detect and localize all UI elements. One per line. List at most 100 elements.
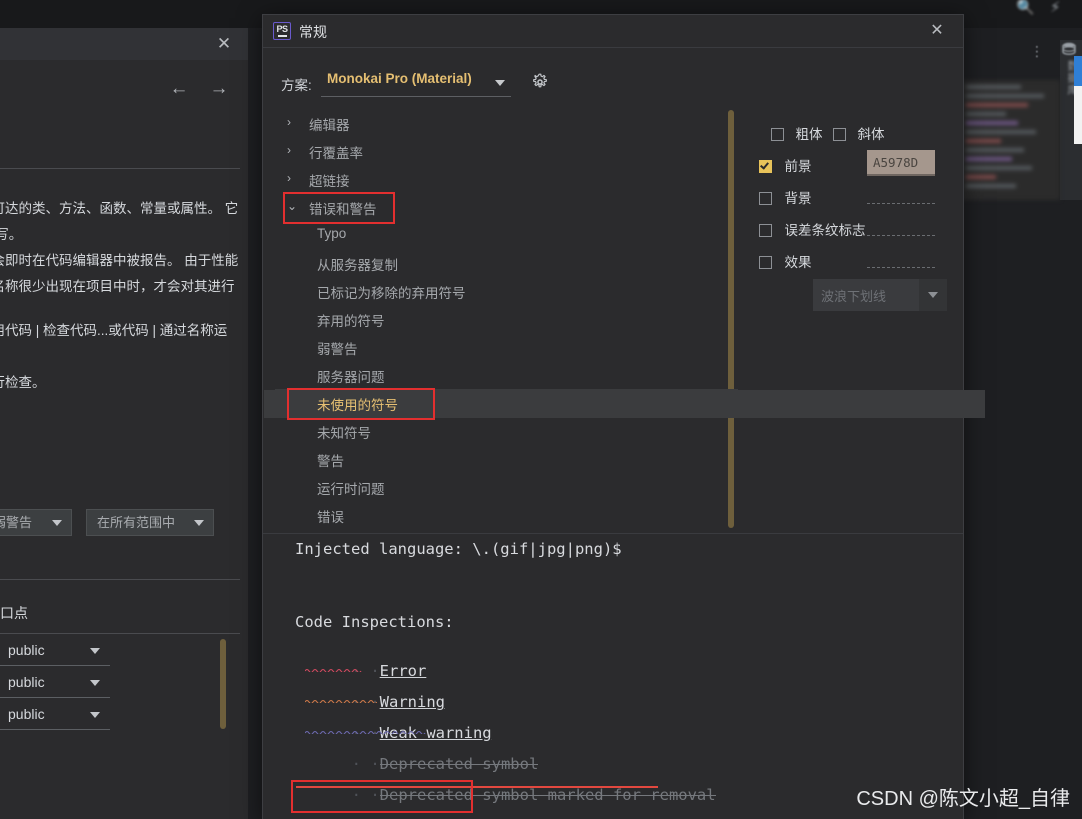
chevron-right-icon[interactable]: ›: [287, 144, 299, 156]
scheme-select[interactable]: Monokai Pro (Material): [321, 69, 511, 97]
tree-item-2[interactable]: › 超链接: [275, 165, 738, 193]
divider: [0, 579, 240, 580]
visibility-select-2[interactable]: public: [0, 670, 110, 698]
settings-tree[interactable]: › 编辑器 › 行覆盖率 › 超链接 ⌄ 错误和警告 Typo 从服务器复制已标记为移除的弃用符号…: [275, 109, 738, 529]
background-window-titlebar: ✕: [0, 28, 248, 60]
colors-and-fonts-dialog: PS 常规 ✕ 方案: Monokai Pro (Material) › 编辑器 ›…: [262, 14, 985, 819]
tree-item-8[interactable]: 弱警告: [275, 333, 738, 361]
tree-item-label: 超链接: [309, 174, 350, 189]
description-line: 不会即时在代码编辑器中被报告。 由于性能: [0, 253, 239, 268]
divider: [0, 633, 240, 634]
description-line: 运行检查。: [0, 375, 46, 390]
effect-type-dropdown-button[interactable]: [919, 279, 947, 311]
forward-arrow-icon[interactable]: →: [208, 78, 230, 100]
description-paragraph-1: 不可达的类、方法、函数、常量或属性。 它 /重写。: [0, 196, 240, 248]
blurred-code-preview: [960, 80, 1060, 200]
tree-item-label: 错误和警告: [309, 202, 377, 217]
tree-item-9[interactable]: 服务器问题: [275, 361, 738, 389]
visibility-value: public: [8, 642, 45, 658]
background-color-swatch[interactable]: [867, 203, 935, 204]
entry-points-scrollbar[interactable]: [220, 639, 226, 729]
back-arrow-icon[interactable]: ←: [168, 78, 190, 100]
preview-item-unused: · ·Unused symbol: [277, 799, 501, 819]
chevron-down-icon[interactable]: ⌄: [287, 200, 299, 212]
tree-item-label: 弃用的符号: [317, 314, 385, 329]
foreground-checkbox-row[interactable]: 前景: [759, 155, 811, 176]
search-icon[interactable]: 🔍: [1016, 0, 1035, 16]
tree-item-1[interactable]: › 行覆盖率: [275, 137, 738, 165]
checkbox-box-checked[interactable]: [759, 160, 772, 173]
tree-item-3[interactable]: ⌄ 错误和警告: [275, 193, 738, 221]
background-checkbox-row[interactable]: 背景: [759, 187, 811, 208]
bold-checkbox-row[interactable]: 粗体: [771, 123, 822, 144]
background-settings-window: ✕ ← → 不可达的类、方法、函数、常量或属性。 它 /重写。 不会即时在代码编…: [0, 28, 248, 819]
tree-item-11[interactable]: 未知符号: [275, 417, 738, 445]
phpstorm-icon: PS: [273, 22, 291, 40]
tree-item-12[interactable]: 警告: [275, 445, 738, 473]
checkbox-box[interactable]: [759, 256, 772, 269]
chevron-right-icon[interactable]: ›: [287, 116, 299, 128]
preview-header: Injected language: \.(gif|jpg|png)$: [295, 540, 622, 558]
chevron-down-icon: [928, 292, 938, 298]
gear-icon[interactable]: [531, 73, 549, 91]
chevron-right-icon[interactable]: ›: [287, 172, 299, 184]
description-line: 不可达的类、方法、函数、常量或属性。 它: [0, 201, 239, 216]
checkbox-box[interactable]: [759, 224, 772, 237]
visibility-value: public: [8, 674, 45, 690]
scheme-label: 方案:: [281, 78, 312, 93]
visibility-select-1[interactable]: public: [0, 638, 110, 666]
effect-type-select[interactable]: 波浪下划线: [813, 279, 919, 311]
tree-item-4[interactable]: Typo: [275, 221, 738, 249]
wavy-underline-red: [305, 668, 362, 672]
tree-item-10[interactable]: 未使用的符号: [275, 389, 738, 417]
description-line: 使用代码 | 检查代码...或代码 | 通过名称运行: [0, 323, 228, 338]
close-icon[interactable]: ✕: [927, 21, 947, 41]
bolt-icon[interactable]: ⚡: [1050, 0, 1066, 16]
severity-select[interactable]: 弱警告: [0, 509, 72, 536]
scope-select[interactable]: 在所有范围中: [86, 509, 214, 536]
tree-item-0[interactable]: › 编辑器: [275, 109, 738, 137]
app-badge-text: PS: [276, 24, 288, 34]
tree-item-7[interactable]: 弃用的符号: [275, 305, 738, 333]
tree-item-label: 从服务器复制: [317, 258, 398, 273]
wavy-underline-purple: [305, 730, 426, 734]
tree-item-6[interactable]: 已标记为移除的弃用符号: [275, 277, 738, 305]
chevron-down-icon: [90, 648, 100, 654]
tree-item-label: 未知符号: [317, 426, 371, 441]
tree-item-label: 编辑器: [309, 118, 350, 133]
more-options-icon[interactable]: ⋮: [1030, 44, 1044, 58]
checkbox-box[interactable]: [759, 192, 772, 205]
scheme-row: 方案: Monokai Pro (Material): [263, 61, 963, 107]
italic-checkbox-row[interactable]: 斜体: [833, 123, 884, 144]
severity-value: 弱警告: [0, 515, 33, 530]
checkbox-box[interactable]: [833, 128, 846, 141]
foreground-color-swatch[interactable]: A5978D: [867, 150, 935, 176]
effects-color-swatch[interactable]: [867, 267, 935, 268]
description-line: /重写。: [0, 227, 23, 242]
chevron-down-icon: [90, 712, 100, 718]
preview-pane: Injected language: \.(gif|jpg|png)$ Code…: [263, 533, 963, 819]
tree-item-13[interactable]: 运行时问题: [275, 473, 738, 501]
tree-item-label: 警告: [317, 454, 344, 469]
error-stripe-color-swatch[interactable]: [867, 235, 935, 236]
preview-section-title: Code Inspections:: [295, 613, 454, 631]
chevron-down-icon: [90, 680, 100, 686]
visibility-select-3[interactable]: public: [0, 702, 110, 730]
checkbox-box[interactable]: [771, 128, 784, 141]
close-icon[interactable]: ✕: [214, 34, 234, 54]
removal-strike-line: [296, 786, 658, 788]
error-stripe-label: 误差条纹标志: [784, 223, 866, 238]
error-stripe-checkbox-row[interactable]: 误差条纹标志: [759, 219, 865, 240]
tree-item-label: 行覆盖率: [309, 146, 363, 161]
bold-label: 粗体: [795, 127, 823, 142]
check-icon: [760, 160, 769, 170]
visibility-value: public: [8, 706, 45, 722]
chevron-down-icon: [194, 520, 204, 526]
effects-label: 效果: [784, 255, 812, 270]
divider: [0, 168, 240, 169]
effects-checkbox-row[interactable]: 效果: [759, 251, 811, 272]
screen: ✕ ← → 不可达的类、方法、函数、常量或属性。 它 /重写。 不会即时在代码编…: [0, 0, 1082, 819]
tree-item-5[interactable]: 从服务器复制: [275, 249, 738, 277]
tree-item-label: 运行时问题: [317, 482, 385, 497]
tree-item-14[interactable]: 错误: [275, 501, 738, 529]
